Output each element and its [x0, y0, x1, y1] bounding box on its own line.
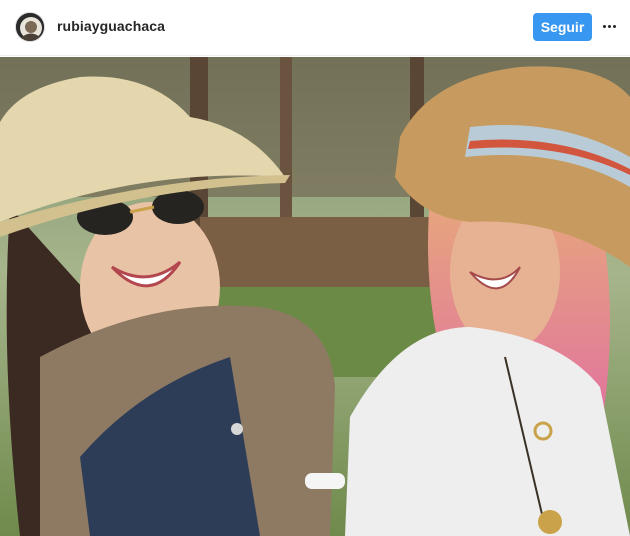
photo-illustration [0, 57, 630, 536]
avatar-image [16, 13, 44, 41]
post-photo[interactable] [0, 57, 630, 536]
username-link[interactable]: rubiayguachaca [57, 18, 165, 34]
profile-avatar[interactable] [15, 12, 45, 42]
more-options-icon[interactable] [598, 16, 620, 36]
post-header: rubiayguachaca Seguir [0, 0, 630, 56]
instagram-post: rubiayguachaca Seguir [0, 0, 630, 536]
follow-button[interactable]: Seguir [533, 13, 592, 41]
